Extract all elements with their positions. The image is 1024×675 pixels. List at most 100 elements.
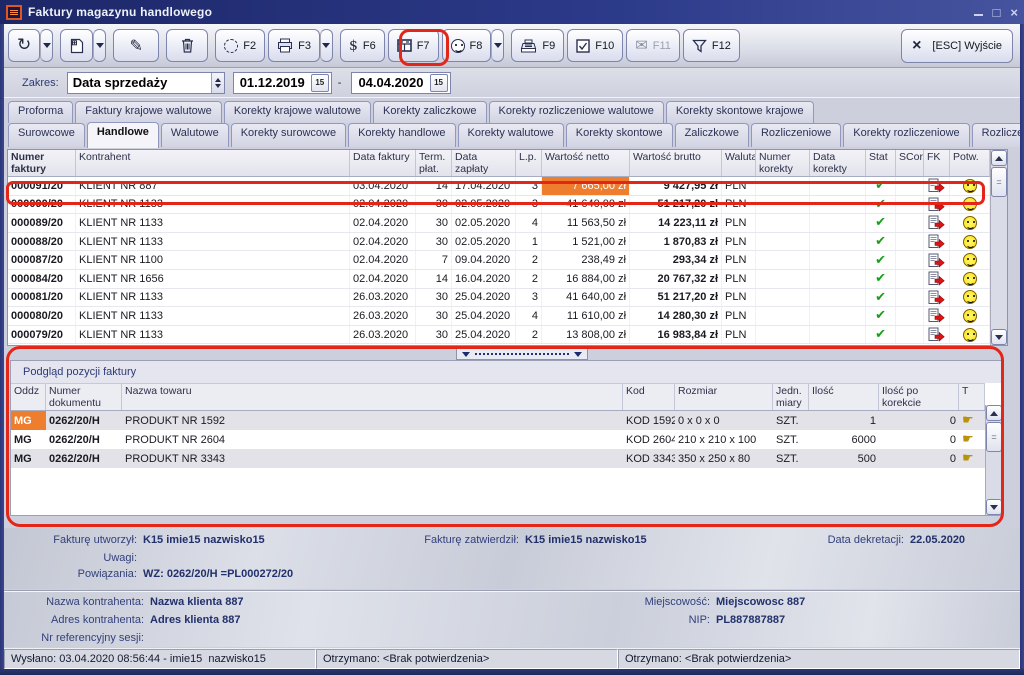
date-to-field[interactable]: 04.04.2020 15 (351, 72, 450, 94)
col-header[interactable]: Numer dokumentu (46, 384, 122, 410)
tab[interactable]: Faktury krajowe walutowe (75, 101, 222, 123)
col-header[interactable]: FK (924, 150, 950, 176)
col-header[interactable]: Oddz (11, 384, 46, 410)
tab[interactable]: Korekty surowcowe (231, 123, 346, 147)
fiscal-f9-button[interactable]: F9 (511, 29, 564, 62)
col-header[interactable]: Data faktury (350, 150, 416, 176)
table-row[interactable]: 000090/20 KLIENT NR 1133 02.04.2020 30 0… (8, 196, 990, 215)
cell-termin: 14 (416, 270, 452, 288)
col-header[interactable]: SCor (896, 150, 924, 176)
confirm-f8-button[interactable]: F8 (442, 29, 492, 62)
tab[interactable]: Korekty handlowe (348, 123, 455, 147)
tab[interactable]: Surowcowe (8, 123, 85, 147)
spinner-icon[interactable] (211, 73, 224, 93)
tab[interactable]: Korekty rozliczeniowe walutowe (489, 101, 664, 123)
range-field-select[interactable]: Data sprzedaży (67, 72, 225, 94)
tab[interactable]: Zaliczkowe (675, 123, 749, 147)
cell-data-faktury: 02.04.2020 (350, 233, 416, 251)
scroll-down-button[interactable] (991, 329, 1007, 345)
table-row[interactable]: 000079/20 KLIENT NR 1133 26.03.2020 30 2… (8, 326, 990, 345)
close-button[interactable]: × (1010, 6, 1018, 19)
positions-f7-button[interactable]: F7 (388, 29, 439, 62)
fk-export-icon (928, 327, 945, 342)
cell-scor (896, 196, 924, 214)
confirm-f8-dropdown[interactable] (491, 29, 504, 62)
refresh-button[interactable]: ↻ (8, 29, 40, 62)
list-item[interactable]: MG 0262/20/H PRODUKT NR 1592 KOD 1592 0 … (11, 411, 985, 430)
scroll-up-button[interactable] (986, 405, 1002, 421)
col-header[interactable]: Numer faktury (8, 150, 76, 176)
col-header[interactable]: Wartość brutto (630, 150, 722, 176)
list-item[interactable]: MG 0262/20/H PRODUKT NR 2604 KOD 2604 21… (11, 430, 985, 449)
approve-f10-button[interactable]: F10 (567, 29, 623, 62)
col-header[interactable]: Waluta (722, 150, 756, 176)
tab[interactable]: Korekty walutowe (458, 123, 564, 147)
tab[interactable]: Korekty zaliczkowe (373, 101, 487, 123)
col-header[interactable]: Ilość (809, 384, 879, 410)
email-f11-button[interactable]: ✉F11 (626, 29, 680, 62)
table-row[interactable]: 000080/20 KLIENT NR 1133 26.03.2020 30 2… (8, 307, 990, 326)
tab[interactable]: Proforma (8, 101, 73, 123)
minimize-button[interactable] (974, 6, 983, 19)
col-header[interactable]: Nazwa towaru (122, 384, 623, 410)
col-header[interactable]: Numer korekty (756, 150, 810, 176)
table-row[interactable]: 000089/20 KLIENT NR 1133 02.04.2020 30 0… (8, 214, 990, 233)
collapse-down-icon[interactable] (574, 352, 582, 357)
tab[interactable]: Korekty skontowe krajowe (666, 101, 814, 123)
col-header[interactable]: Term. płat. (416, 150, 452, 176)
tab[interactable]: Korekty rozliczeniowe (843, 123, 969, 147)
col-header[interactable]: T (959, 384, 985, 410)
col-header[interactable]: Stat (866, 150, 896, 176)
detail-table-scrollbar[interactable]: = (985, 405, 1002, 515)
col-header[interactable]: Potw. (950, 150, 990, 176)
col-header[interactable]: Kontrahent (76, 150, 350, 176)
invoice-table-scrollbar[interactable]: = (990, 150, 1007, 345)
tab[interactable]: Walutowe (161, 123, 229, 147)
scroll-up-button[interactable] (991, 150, 1007, 166)
new-document-button[interactable] (60, 29, 93, 62)
col-header[interactable]: Rozmiar (675, 384, 773, 410)
tab[interactable]: Korekty krajowe walutowe (224, 101, 371, 123)
scroll-down-button[interactable] (986, 499, 1002, 515)
date-from-field[interactable]: 01.12.2019 15 (233, 72, 332, 94)
splitter-grip[interactable] (475, 353, 569, 355)
table-row[interactable]: 000084/20 KLIENT NR 1656 02.04.2020 14 1… (8, 270, 990, 289)
tab[interactable]: Rozliczeniowe (751, 123, 841, 147)
cell-kontrahent: KLIENT NR 1133 (76, 214, 350, 232)
new-document-dropdown[interactable] (93, 29, 106, 62)
col-header[interactable]: L.p. (516, 150, 542, 176)
delete-button[interactable] (166, 29, 208, 62)
cell-ilosc: 500 (809, 449, 879, 468)
col-header[interactable]: Data korekty (810, 150, 866, 176)
col-header[interactable]: Jedn. miary (773, 384, 809, 410)
table-row[interactable]: 000087/20 KLIENT NR 1100 02.04.2020 7 09… (8, 251, 990, 270)
payments-f6-button[interactable]: $F6 (340, 29, 385, 62)
exit-button[interactable]: × [ESC] Wyjście (901, 29, 1013, 63)
detail-table-body: MG 0262/20/H PRODUKT NR 1592 KOD 1592 0 … (11, 411, 985, 468)
scroll-thumb[interactable]: = (991, 167, 1007, 197)
calendar-icon[interactable]: 15 (311, 74, 329, 92)
col-header[interactable]: Data zapłaty (452, 150, 516, 176)
maximize-button[interactable]: □ (993, 6, 1001, 19)
print-f3-button[interactable]: F3 (268, 29, 320, 62)
col-header[interactable]: Ilość po korekcie (879, 384, 959, 410)
calendar-icon[interactable]: 15 (430, 74, 448, 92)
print-f3-dropdown[interactable] (320, 29, 333, 62)
scroll-thumb[interactable]: = (986, 422, 1002, 452)
col-header[interactable]: Kod (623, 384, 675, 410)
tab[interactable]: Handlowe (87, 122, 159, 148)
edit-button[interactable]: ✎ (113, 29, 159, 62)
select-f2-button[interactable]: F2 (215, 29, 265, 62)
collapse-up-icon[interactable] (462, 352, 470, 357)
table-row[interactable]: 000091/20 KLIENT NR 887 03.04.2020 14 17… (8, 177, 990, 196)
refresh-dropdown[interactable] (40, 29, 53, 62)
table-row[interactable]: 000088/20 KLIENT NR 1133 02.04.2020 30 0… (8, 233, 990, 252)
fk-export-icon (928, 215, 945, 230)
col-header[interactable]: Wartość netto (542, 150, 630, 176)
filter-f12-button[interactable]: F12 (683, 29, 740, 62)
tab[interactable]: Korekty skontowe (566, 123, 673, 147)
table-row[interactable]: 000081/20 KLIENT NR 1133 26.03.2020 30 2… (8, 289, 990, 308)
list-item[interactable]: MG 0262/20/H PRODUKT NR 3343 KOD 3343 35… (11, 449, 985, 468)
panel-splitter[interactable] (456, 348, 588, 360)
tab[interactable]: Rozliczeniowe walutowe (972, 123, 1024, 147)
